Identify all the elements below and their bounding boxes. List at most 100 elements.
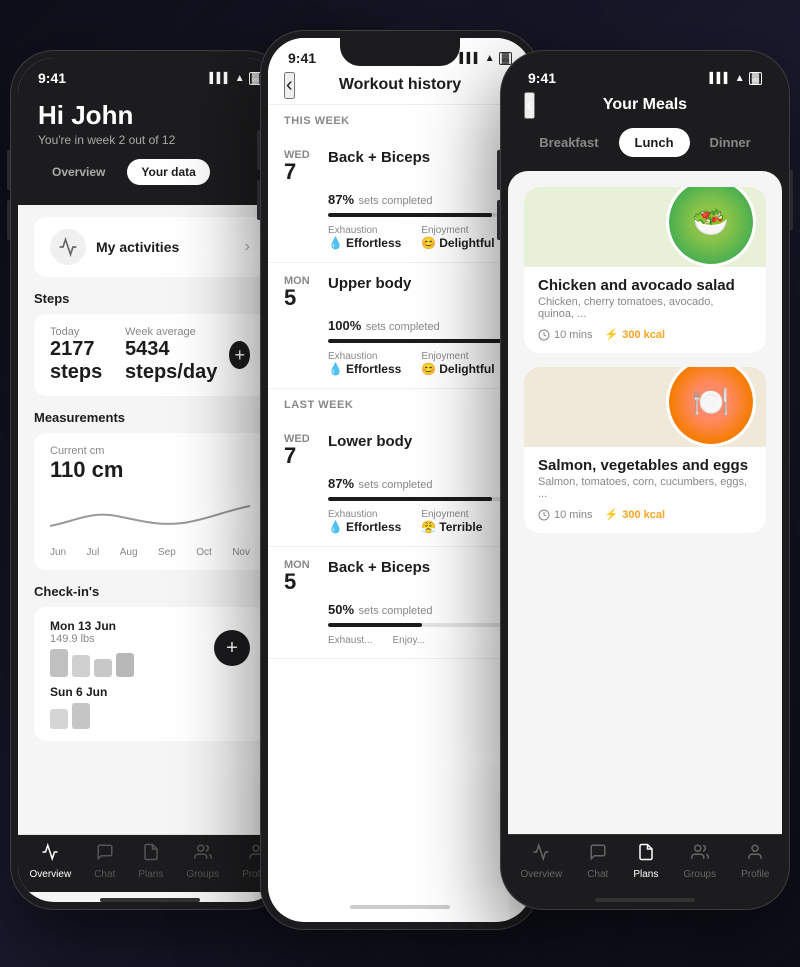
checkin-bars-2 [50, 703, 250, 729]
steps-avg: Week average 5434 steps/day [125, 326, 229, 384]
enjoyment-4: Enjoy... [392, 635, 425, 646]
vol-up-right [497, 150, 500, 190]
status-time-right: 9:41 [528, 70, 556, 86]
add-steps-button[interactable]: + [229, 341, 250, 369]
nav-overview-label-right: Overview [521, 869, 563, 880]
bar4 [116, 653, 134, 677]
bar2 [72, 655, 90, 677]
enjoyment-icon-2: 😊 [421, 362, 436, 376]
activities-card[interactable]: My activities › [34, 217, 266, 277]
progress-sub-3: sets completed [358, 479, 432, 491]
meal-time-2: 10 mins [538, 509, 593, 521]
chat-nav-icon-right [589, 843, 607, 866]
exhaustion-icon-3: 💧 [328, 520, 343, 534]
volume-up-btn [7, 150, 10, 190]
progress-pct-4: 50% [328, 602, 354, 617]
nav-profile-right[interactable]: Profile [741, 843, 769, 880]
overview-tab[interactable]: Overview [38, 159, 119, 185]
workout-name-row-2: Upper body [324, 275, 511, 292]
exhaustion-val-1: 💧 Effortless [328, 236, 401, 250]
workout-meta-4: Exhaust... Enjoy... [328, 635, 516, 646]
enjoyment-val-2: 😊 Delightful [421, 362, 494, 376]
dinner-tab[interactable]: Dinner [694, 128, 767, 157]
phone-left: 9:41 ▌▌▌ ▲ ▓ Hi John You're in week 2 ou… [10, 50, 290, 910]
checkins-title: Check-in's [34, 584, 266, 599]
meal-card-1[interactable]: 🥗 Chicken and avocado salad Chicken, che… [524, 187, 766, 353]
month-jul: Jul [87, 547, 100, 558]
vol-down-right [497, 200, 500, 240]
breakfast-tab[interactable]: Breakfast [523, 128, 614, 157]
lightning-icon-1: ⚡ [605, 328, 619, 341]
steps-card: Today 2177 steps Week average 5434 steps… [34, 314, 266, 396]
meal-meta-1: 10 mins ⚡ 300 kcal [538, 328, 752, 341]
plans-nav-icon [142, 843, 160, 866]
back-button-mid[interactable]: ‹ [284, 72, 295, 99]
nav-plans-left[interactable]: Plans [138, 843, 163, 880]
lunch-tab[interactable]: Lunch [619, 128, 690, 157]
nav-overview-left[interactable]: Overview [30, 843, 72, 880]
status-time-left: 9:41 [38, 70, 66, 86]
workout-list[interactable]: THIS WEEK WED 7 Back + Biceps › 87% sets [268, 105, 532, 899]
nav-groups-left[interactable]: Groups [186, 843, 219, 880]
workout-meta-2: Exhaustion 💧 Effortless Enjoyment 😊 Deli… [328, 351, 516, 376]
meal-ingredients-2: Salmon, tomatoes, corn, cucumbers, eggs,… [538, 476, 752, 500]
power-right [790, 170, 793, 230]
status-time-mid: 9:41 [288, 50, 316, 66]
status-icons-right: ▌▌▌ ▲ ▓ [710, 72, 762, 85]
exhaustion-text-1: Effortless [346, 236, 401, 250]
nav-chat-right[interactable]: Chat [587, 843, 608, 880]
meal-kcal-text-2: 300 kcal [622, 509, 665, 521]
workout-item-2[interactable]: MON 5 Upper body › 100% sets completed [268, 263, 532, 389]
workout-name-4: Back + Biceps [328, 559, 511, 576]
activity-icon [50, 229, 86, 265]
nav-overview-right[interactable]: Overview [521, 843, 563, 880]
workout-name-2: Upper body [328, 275, 511, 292]
exhaustion-val-2: 💧 Effortless [328, 362, 401, 376]
battery-right: ▓ [749, 72, 762, 85]
enjoyment-val-3: 😤 Terrible [421, 520, 482, 534]
measurements-header: Current cm 110 cm [50, 445, 250, 483]
enjoyment-1: Enjoyment 😊 Delightful [421, 225, 494, 250]
workout-date-4: MON 5 [284, 559, 324, 593]
enjoyment-icon-1: 😊 [421, 236, 436, 250]
add-checkin-button[interactable]: + [214, 630, 250, 666]
signal-mid: ▌▌▌ [460, 53, 481, 64]
meal-image-area-2: 🍽️ [524, 367, 766, 447]
meal-card-2[interactable]: 🍽️ Salmon, vegetables and eggs Salmon, t… [524, 367, 766, 533]
meal-name-1: Chicken and avocado salad [538, 277, 752, 294]
chat-nav-icon [96, 843, 114, 866]
this-week-section: THIS WEEK [268, 105, 532, 137]
home-indicator-left [100, 898, 200, 902]
meal-card-body-2: Salmon, vegetables and eggs Salmon, toma… [524, 447, 766, 533]
workout-name-row-3: Lower body [324, 433, 511, 450]
signal-icon: ▌▌▌ [210, 73, 231, 84]
meal-ingredients-1: Chicken, cherry tomatoes, avocado, quino… [538, 296, 752, 320]
exhaustion-1: Exhaustion 💧 Effortless [328, 225, 401, 250]
overview-nav-icon-right [532, 843, 550, 866]
checkin-date-2: Sun 6 Jun [50, 685, 250, 699]
workout-num-1: 7 [284, 161, 324, 183]
enjoyment-label-2: Enjoyment [421, 351, 494, 362]
workout-meta-3: Exhaustion 💧 Effortless Enjoyment 😤 Terr… [328, 509, 516, 534]
this-week-label: THIS WEEK [284, 115, 516, 127]
screen-right: 9:41 ▌▌▌ ▲ ▓ ‹ Your Meals Breakfast Lunc… [508, 58, 782, 902]
workout-date-2: MON 5 [284, 275, 324, 309]
nav-groups-right[interactable]: Groups [683, 843, 716, 880]
your-data-tab[interactable]: Your data [127, 159, 209, 185]
checkin-info-1: Mon 13 Jun 149.9 lbs [50, 619, 134, 677]
exhaustion-icon-1: 💧 [328, 236, 343, 250]
workout-item-3[interactable]: WED 7 Lower body › 87% sets completed [268, 421, 532, 547]
meals-content: 🥗 Chicken and avocado salad Chicken, che… [508, 171, 782, 834]
back-button-right[interactable]: ‹ [524, 92, 535, 119]
month-labels: Jun Jul Aug Sep Oct Nov [50, 545, 250, 558]
workout-num-2: 5 [284, 287, 324, 309]
workout-item-4[interactable]: MON 5 Back + Biceps › 50% sets completed [268, 547, 532, 659]
workout-item-1[interactable]: WED 7 Back + Biceps › 87% sets completed [268, 137, 532, 263]
screen-mid: 9:41 ▌▌▌ ▲ ▓ ‹ Workout history THIS WEEK [268, 38, 532, 922]
nav-plans-right[interactable]: Plans [633, 843, 658, 880]
month-oct: Oct [196, 547, 212, 558]
vol-up-mid [257, 130, 260, 170]
last-week-section: LAST WEEK [268, 389, 532, 421]
nav-chat-left[interactable]: Chat [94, 843, 115, 880]
workout-name-3: Lower body [328, 433, 511, 450]
